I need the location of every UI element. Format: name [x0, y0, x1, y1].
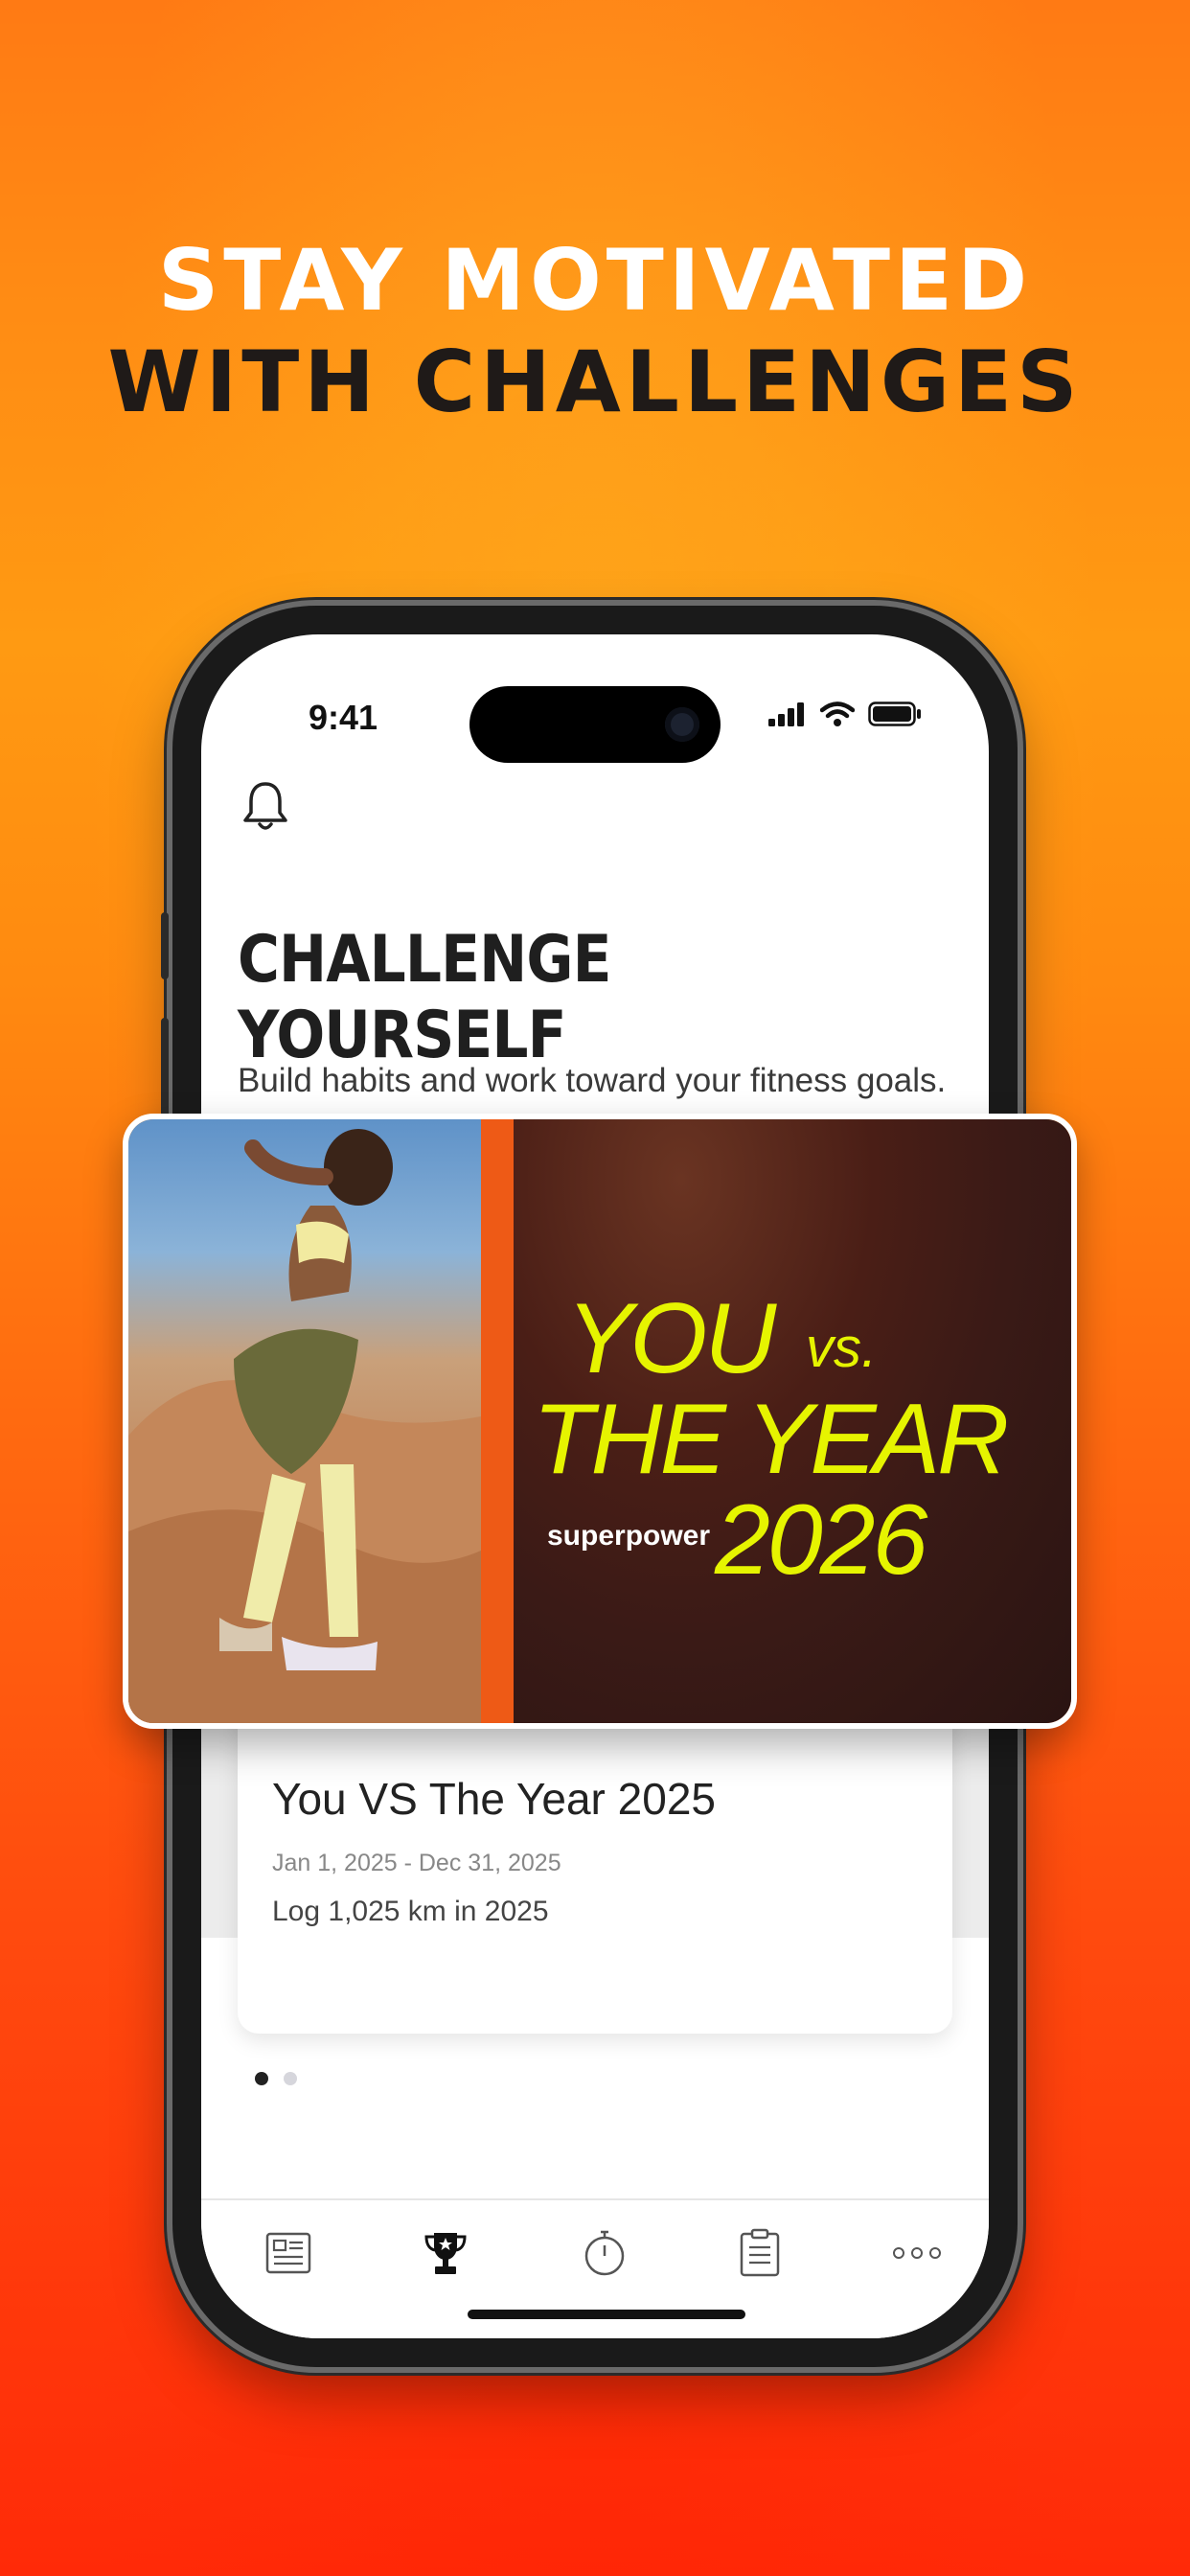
stopwatch-icon [584, 2230, 625, 2276]
action-button [161, 912, 169, 979]
tab-challenges[interactable] [412, 2220, 479, 2287]
status-icons [768, 702, 922, 726]
challenge-goal: Log 1,025 km in 2025 [272, 1896, 549, 1927]
challenge-dates: Jan 1, 2025 - Dec 31, 2025 [272, 1850, 561, 1876]
pager-dot[interactable] [284, 2072, 297, 2085]
clipboard-icon [740, 2228, 780, 2277]
wifi-icon [820, 702, 855, 726]
home-indicator[interactable] [468, 2310, 745, 2319]
signal-icon [768, 702, 804, 726]
status-time: 9:41 [309, 698, 378, 737]
promo-headline: STAY MOTIVATED WITH CHALLENGES [0, 230, 1190, 433]
runner-illustration [128, 1129, 481, 1723]
tab-record[interactable] [571, 2220, 638, 2287]
camera-icon [665, 707, 699, 742]
banner-year-number: 2026 [715, 1484, 927, 1596]
tab-more[interactable] [883, 2220, 950, 2287]
pager-dot-active[interactable] [255, 2072, 268, 2085]
tab-plans[interactable] [726, 2220, 793, 2287]
bell-icon[interactable] [241, 778, 289, 832]
headline-line-1: STAY MOTIVATED [157, 231, 1033, 330]
battery-icon [868, 702, 921, 726]
dynamic-island [469, 686, 721, 763]
more-icon [893, 2247, 941, 2259]
featured-challenge-banner[interactable]: YOU vs. THE YEAR superpower 2026 [123, 1114, 1077, 1729]
banner-photo-runner [128, 1119, 481, 1723]
banner-the-year-text: THE YEAR [533, 1384, 1009, 1495]
feed-icon [265, 2232, 311, 2274]
carousel-pager [255, 2072, 297, 2085]
page-title: CHALLENGE YOURSELF [238, 922, 611, 1073]
trophy-icon [424, 2233, 467, 2274]
challenge-title: You VS The Year 2025 [272, 1774, 716, 1824]
challenge-card[interactable]: You VS The Year 2025 Jan 1, 2025 - Dec 3… [238, 1689, 952, 2034]
status-bar: 9:41 [201, 634, 989, 763]
banner-promo: YOU vs. THE YEAR superpower 2026 [514, 1119, 1071, 1723]
banner-divider [481, 1119, 514, 1723]
banner-you-text: YOU [566, 1283, 776, 1394]
banner-vs-text: vs. [806, 1317, 878, 1379]
headline-line-2: WITH CHALLENGES [107, 333, 1083, 431]
tab-feed[interactable] [255, 2220, 322, 2287]
brand-logo: superpower [547, 1520, 711, 1552]
